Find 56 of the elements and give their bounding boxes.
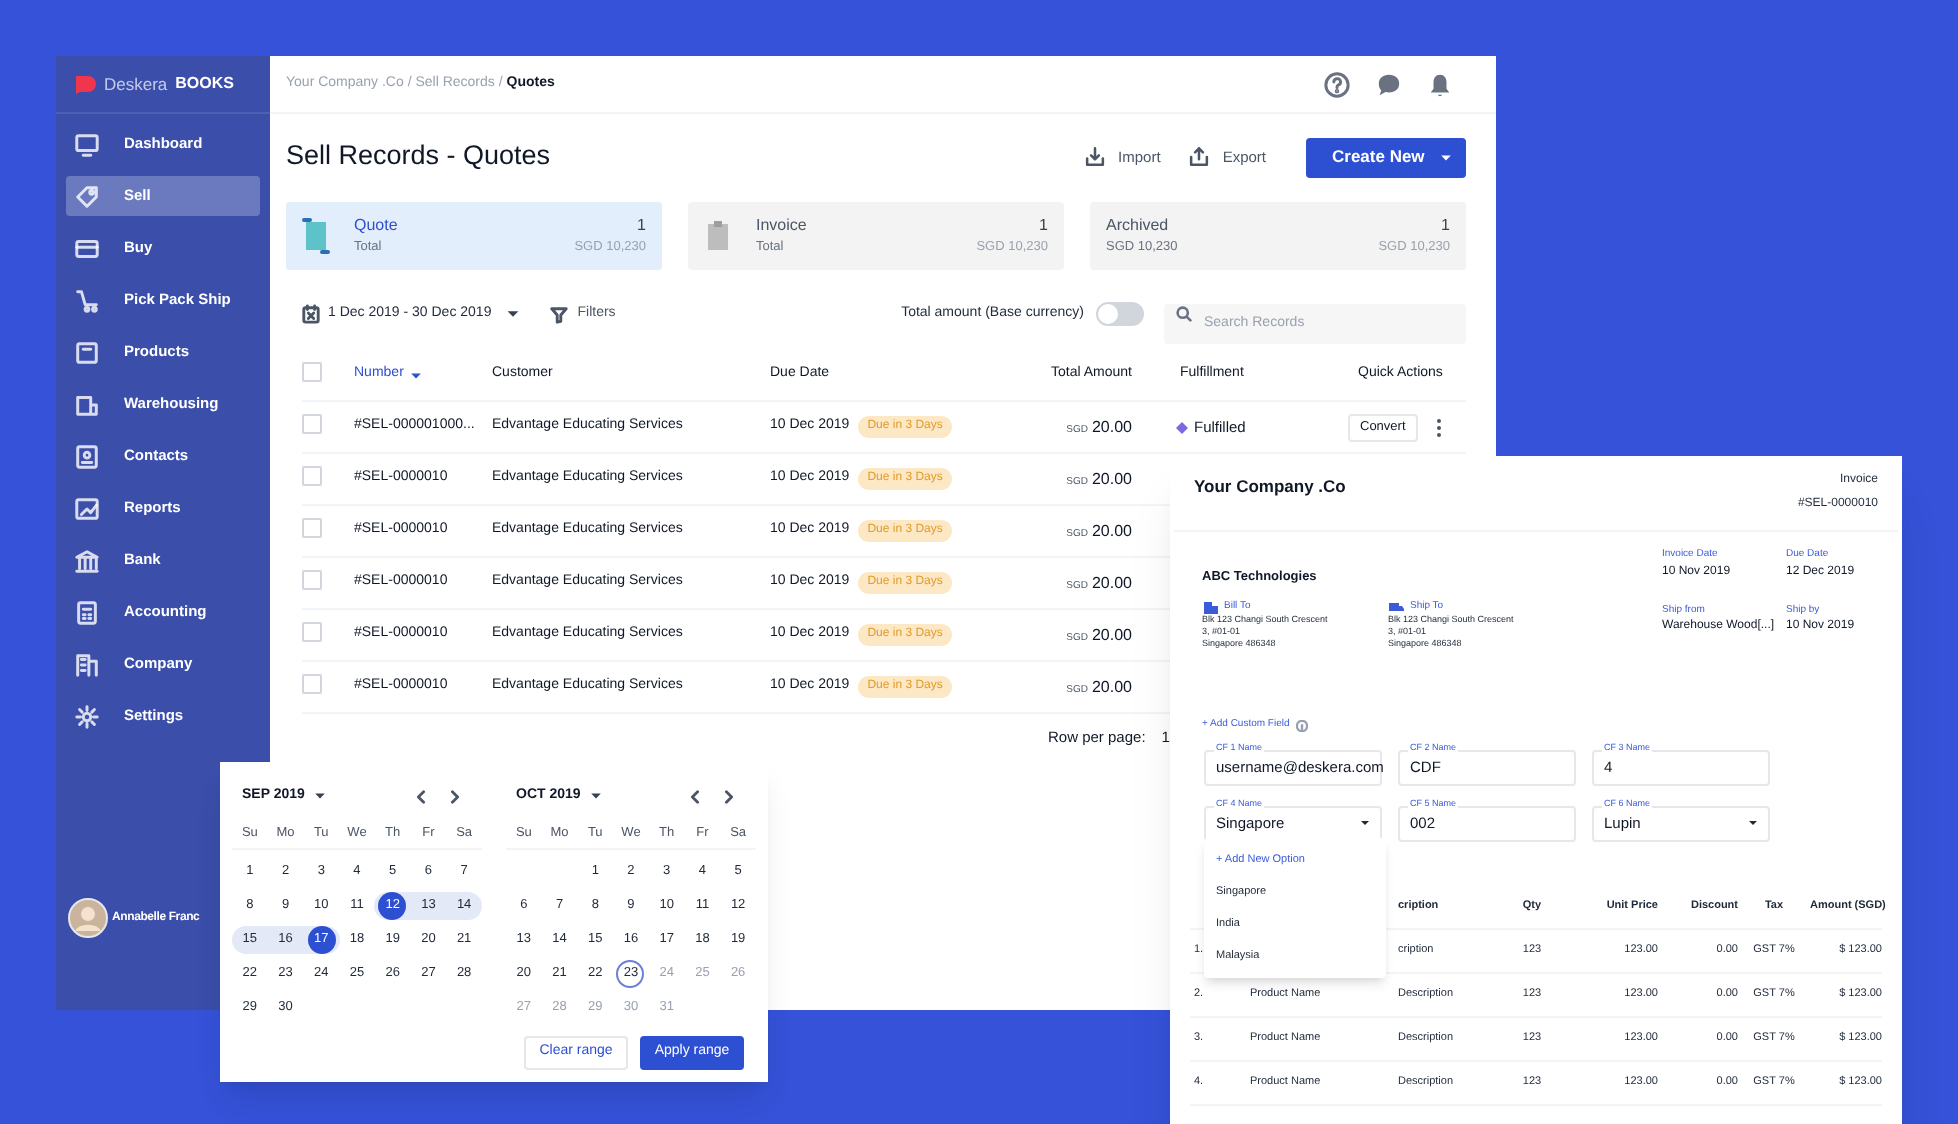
caret-icon: [505, 310, 520, 318]
contact-card-icon: [74, 443, 100, 469]
cart-icon: [74, 287, 100, 313]
bell-icon[interactable]: [1428, 71, 1452, 97]
page-title: Sell Records - Quotes: [286, 138, 551, 175]
card-count: 1: [1441, 214, 1450, 239]
row-checkbox[interactable]: [302, 673, 322, 694]
import-icon: [1084, 146, 1107, 168]
card-count: 1: [1039, 214, 1048, 239]
logo-icon: [76, 75, 96, 93]
caret-icon: [1440, 153, 1452, 161]
product-name: BOOKS: [175, 72, 234, 96]
card-title: Quote: [354, 214, 398, 239]
chat-icon[interactable]: [1376, 71, 1402, 97]
caret-icon: [1748, 820, 1758, 827]
caret-icon: [1360, 820, 1370, 827]
brand-name: Deskera: [104, 71, 168, 97]
card-icon: [74, 235, 100, 261]
avatar-icon: [68, 898, 108, 938]
chevron-left-icon[interactable]: [690, 789, 700, 803]
chevron-right-icon[interactable]: [724, 789, 734, 803]
row-checkbox[interactable]: [302, 569, 322, 590]
search-icon: [1176, 306, 1192, 322]
caret-icon: [590, 792, 603, 800]
diamond-icon: [1176, 421, 1188, 433]
select-all-checkbox[interactable]: [302, 361, 322, 382]
create-new-button[interactable]: Create New: [1306, 137, 1466, 177]
box-icon: [74, 339, 100, 365]
toggle-switch[interactable]: [1096, 302, 1144, 326]
calculator-icon: [74, 599, 100, 625]
warehouse-icon: [74, 391, 100, 417]
card-count: 1: [637, 214, 646, 239]
filter-icon: [549, 305, 568, 323]
clipboard-icon: [704, 218, 732, 254]
calendar-icon: [302, 304, 320, 324]
row-checkbox[interactable]: [302, 413, 322, 434]
chart-icon: [74, 495, 100, 521]
export-icon: [1188, 146, 1211, 168]
quote-document-icon: [302, 218, 330, 254]
caret-icon: [314, 792, 327, 800]
row-checkbox[interactable]: [302, 621, 322, 642]
chevron-right-icon[interactable]: [450, 789, 460, 803]
more-icon[interactable]: [1435, 417, 1442, 437]
tag-icon: [74, 183, 100, 209]
info-icon: [1295, 720, 1308, 732]
caret-icon: [409, 371, 422, 379]
row-checkbox[interactable]: [302, 517, 322, 538]
bank-icon: [74, 547, 100, 573]
monitor-icon: [74, 131, 100, 157]
card-title: Invoice: [756, 214, 807, 239]
company-name: Your Company .Co: [1194, 474, 1346, 500]
row-checkbox[interactable]: [302, 465, 322, 486]
chevron-left-icon[interactable]: [416, 789, 426, 803]
help-icon[interactable]: [1324, 71, 1350, 97]
settings-icon: [74, 703, 100, 729]
card-title: Archived: [1106, 214, 1171, 239]
